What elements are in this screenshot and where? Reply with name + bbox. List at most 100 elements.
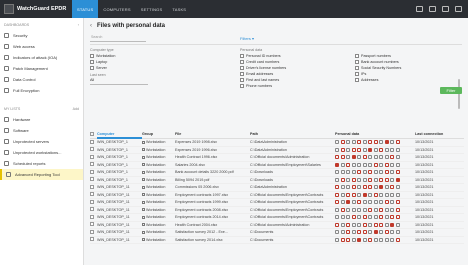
personal-data-option[interactable]: Bank account numbers bbox=[355, 60, 399, 64]
row-checkbox[interactable] bbox=[90, 147, 94, 152]
sidebar-item-web-access[interactable]: Web access bbox=[0, 41, 83, 52]
sidebar-item-indicators-of-attack-ioa[interactable]: Indicators of attack (IOA) bbox=[0, 52, 83, 63]
cell-computer[interactable]: WIN_DESKTOP_1 bbox=[97, 163, 142, 167]
cell-computer[interactable]: WIN_DESKTOP_1 bbox=[97, 148, 142, 152]
table-row[interactable]: WIN_DESKTOP_11 Workstation Employment cont… bbox=[90, 199, 464, 207]
table-row[interactable]: WIN_DESKTOP_11 Workstation Health Contract… bbox=[90, 222, 464, 229]
personal-data-option[interactable]: Driver's license numbers bbox=[240, 66, 286, 70]
app-logo[interactable]: WatchGuard EPDR bbox=[0, 0, 70, 18]
notification-icon[interactable] bbox=[442, 6, 449, 12]
table-row[interactable]: WIN_DESKTOP_11 Workstation Employment cont… bbox=[90, 207, 464, 214]
table-row[interactable]: WIN_DESKTOP_1 Workstation Health Contract … bbox=[90, 154, 464, 162]
row-checkbox[interactable] bbox=[90, 162, 94, 167]
row-checkbox[interactable] bbox=[90, 154, 94, 159]
computer-type-server[interactable]: Server bbox=[90, 66, 107, 70]
search-input[interactable]: Search bbox=[90, 35, 146, 42]
row-checkbox[interactable] bbox=[90, 229, 94, 234]
checkbox[interactable] bbox=[90, 66, 94, 70]
sidebar-item-unprotected-servers[interactable]: Unprotected servers bbox=[0, 136, 83, 147]
checkbox[interactable] bbox=[240, 66, 244, 70]
row-checkbox[interactable] bbox=[90, 222, 94, 227]
checkbox[interactable] bbox=[240, 60, 244, 64]
user-icon[interactable] bbox=[455, 6, 462, 12]
select-all-checkbox[interactable] bbox=[90, 131, 94, 136]
cell-computer[interactable]: WIN_DESKTOP_1 bbox=[97, 170, 142, 174]
checkbox[interactable] bbox=[240, 54, 244, 58]
checkbox[interactable] bbox=[240, 84, 244, 88]
checkbox[interactable] bbox=[240, 78, 244, 82]
personal-data-option[interactable]: Phone numbers bbox=[240, 84, 272, 88]
header-group[interactable]: Group bbox=[142, 132, 175, 136]
checkbox[interactable] bbox=[355, 78, 359, 82]
checkbox[interactable] bbox=[355, 54, 359, 58]
personal-data-option[interactable]: Credit card numbers bbox=[240, 60, 279, 64]
checkbox[interactable] bbox=[240, 72, 244, 76]
cell-computer[interactable]: WIN_DESKTOP_1 bbox=[97, 140, 142, 144]
table-row[interactable]: WIN_DESKTOP_11 Workstation Employment cont… bbox=[90, 214, 464, 222]
table-row[interactable]: WIN_DESKTOP_11 Workstation Satisfaction su… bbox=[90, 237, 464, 244]
personal-data-option[interactable]: Social Security Numbers bbox=[355, 66, 401, 70]
sidebar-item-scheduled-reports[interactable]: Scheduled reports bbox=[0, 158, 83, 169]
checkbox[interactable] bbox=[90, 54, 94, 58]
add-list-button[interactable]: Add bbox=[73, 107, 79, 111]
cell-computer[interactable]: WIN_DESKTOP_11 bbox=[97, 223, 142, 227]
computer-type-workstation[interactable]: Workstation bbox=[90, 54, 115, 58]
filters-toggle[interactable]: Filters ▾ bbox=[240, 36, 254, 41]
personal-data-option[interactable]: Addresses bbox=[355, 78, 378, 82]
header-last-connection[interactable]: Last connection bbox=[415, 132, 464, 136]
header-computer[interactable]: Computer bbox=[97, 132, 142, 136]
table-row[interactable]: WIN_DESKTOP_1 Workstation Bank account det… bbox=[90, 169, 464, 177]
sidebar-item-patch-management[interactable]: Patch Management bbox=[0, 63, 83, 74]
table-row[interactable]: WIN_DESKTOP_11 Workstation Satisfaction su… bbox=[90, 229, 464, 237]
computer-type-laptop[interactable]: Laptop bbox=[90, 60, 107, 64]
cell-computer[interactable]: WIN_DESKTOP_1 bbox=[97, 155, 142, 159]
personal-data-option[interactable]: IPs bbox=[355, 72, 366, 76]
sidebar-item-security[interactable]: Security bbox=[0, 30, 83, 41]
row-checkbox[interactable] bbox=[90, 207, 94, 212]
sidebar-item-data-control[interactable]: Data Control bbox=[0, 74, 83, 85]
row-checkbox[interactable] bbox=[90, 169, 94, 174]
sidebar-item-advanced-reporting-tool[interactable]: Advanced Reporting Tool bbox=[0, 169, 83, 180]
personal-data-option[interactable]: Personal ID numbers bbox=[240, 54, 281, 58]
tab-computers[interactable]: COMPUTERS bbox=[98, 0, 135, 18]
cell-computer[interactable]: WIN_DESKTOP_11 bbox=[97, 215, 142, 219]
cell-computer[interactable]: WIN_DESKTOP_11 bbox=[97, 208, 142, 212]
checkbox[interactable] bbox=[355, 60, 359, 64]
sidebar-item-software[interactable]: Software bbox=[0, 125, 83, 136]
filter-button[interactable]: Filter bbox=[440, 87, 462, 94]
sidebar-item-hardware[interactable]: Hardware bbox=[0, 114, 83, 125]
table-row[interactable]: WIN_DESKTOP_11 Workstation Commissions 05 … bbox=[90, 184, 464, 192]
table-row[interactable]: WIN_DESKTOP_1 Workstation Salaries 2004.xl… bbox=[90, 162, 464, 169]
checkbox[interactable] bbox=[355, 66, 359, 70]
collapse-icon[interactable]: ‹ bbox=[78, 23, 79, 27]
folder-icon[interactable] bbox=[416, 6, 423, 12]
sidebar-item-unprotected-workstations[interactable]: Unprotected workstations... bbox=[0, 147, 83, 158]
sidebar-item-full-encryption[interactable]: Full Encryption bbox=[0, 85, 83, 96]
header-path[interactable]: Path bbox=[250, 132, 335, 136]
header-file[interactable]: File bbox=[175, 132, 250, 136]
personal-data-option[interactable]: First and last names bbox=[240, 78, 279, 82]
row-checkbox[interactable] bbox=[90, 177, 94, 182]
back-icon[interactable]: ‹ bbox=[90, 23, 92, 29]
grid-icon[interactable] bbox=[429, 6, 436, 12]
row-checkbox[interactable] bbox=[90, 184, 94, 189]
checkbox[interactable] bbox=[90, 60, 94, 64]
last-seen-select[interactable]: All bbox=[90, 78, 148, 85]
row-checkbox[interactable] bbox=[90, 237, 94, 242]
cell-computer[interactable]: WIN_DESKTOP_11 bbox=[97, 200, 142, 204]
filter-scrollbar[interactable] bbox=[458, 79, 460, 109]
row-checkbox[interactable] bbox=[90, 192, 94, 197]
tab-status[interactable]: STATUS bbox=[72, 0, 99, 18]
table-row[interactable]: WIN_DESKTOP_1 Workstation Expenses 2019 19… bbox=[90, 147, 464, 154]
row-checkbox[interactable] bbox=[90, 214, 94, 219]
cell-computer[interactable]: WIN_DESKTOP_11 bbox=[97, 230, 142, 234]
cell-computer[interactable]: WIN_DESKTOP_11 bbox=[97, 185, 142, 189]
cell-computer[interactable]: WIN_DESKTOP_11 bbox=[97, 238, 142, 242]
header-personal-data[interactable]: Personal data bbox=[335, 132, 415, 136]
personal-data-option[interactable]: Passport numbers bbox=[355, 54, 391, 58]
personal-data-option[interactable]: Email addresses bbox=[240, 72, 273, 76]
row-checkbox[interactable] bbox=[90, 199, 94, 204]
checkbox[interactable] bbox=[355, 72, 359, 76]
cell-computer[interactable]: WIN_DESKTOP_1 bbox=[97, 178, 142, 182]
table-row[interactable]: WIN_DESKTOP_1 Workstation Expenses 2019 19… bbox=[90, 139, 464, 147]
